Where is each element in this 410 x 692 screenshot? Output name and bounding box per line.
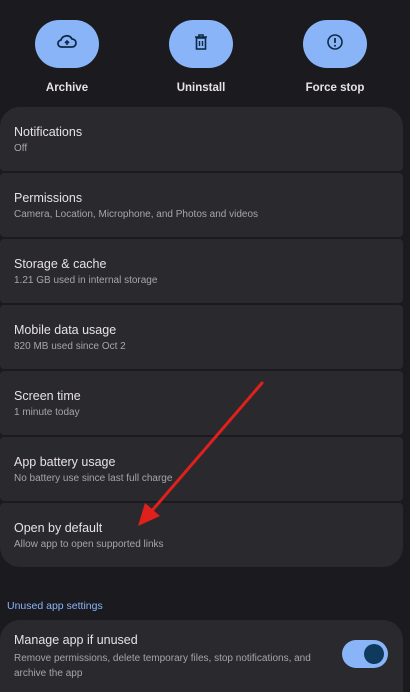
setting-subtitle: 1 minute today [14,407,80,418]
manage-app-subtitle: Remove permissions, delete temporary fil… [14,653,311,679]
manage-app-if-unused-item[interactable]: Manage app if unused Remove permissions,… [0,620,403,692]
setting-app-battery-usage[interactable]: App battery usage No battery use since l… [0,437,403,501]
setting-subtitle: Off [14,143,28,154]
alert-circle-icon [326,33,344,56]
toggle-knob [364,644,384,664]
force-stop-pill[interactable] [303,20,367,68]
setting-storage-cache[interactable]: Storage & cache 1.21 GB used in internal… [0,239,403,303]
setting-open-by-default[interactable]: Open by default Allow app to open suppor… [0,503,403,567]
uninstall-label: Uninstall [176,82,226,94]
app-actions-row: Archive Uninstall Force stop [0,20,410,100]
setting-permissions[interactable]: Permissions Camera, Location, Microphone… [0,173,403,237]
setting-subtitle: Allow app to open supported links [14,539,164,550]
uninstall-pill[interactable] [169,20,233,68]
setting-title: Permissions [14,191,83,205]
force-stop-button[interactable]: Force stop [285,20,385,94]
setting-mobile-data-usage[interactable]: Mobile data usage 820 MB used since Oct … [0,305,403,369]
unused-app-settings-header: Unused app settings [7,600,103,612]
app-info-screen: Archive Uninstall Force stop Notificatio… [0,0,410,692]
setting-title: Mobile data usage [14,323,117,337]
setting-notifications[interactable]: Notifications Off [0,107,403,171]
uninstall-button[interactable]: Uninstall [151,20,251,94]
setting-subtitle: 1.21 GB used in internal storage [14,275,158,286]
archive-label: Archive [45,82,89,94]
archive-pill[interactable] [35,20,99,68]
setting-screen-time[interactable]: Screen time 1 minute today [0,371,403,435]
archive-button[interactable]: Archive [17,20,117,94]
manage-app-title: Manage app if unused [14,633,138,647]
trash-icon [193,33,209,56]
setting-title: Notifications [14,125,83,139]
setting-title: App battery usage [14,455,116,469]
setting-subtitle: No battery use since last full charge [14,473,173,484]
setting-title: Screen time [14,389,81,403]
setting-subtitle: 820 MB used since Oct 2 [14,341,126,352]
setting-title: Open by default [14,521,103,535]
manage-app-toggle[interactable] [342,640,388,668]
setting-subtitle: Camera, Location, Microphone, and Photos… [14,209,259,220]
setting-title: Storage & cache [14,257,107,271]
force-stop-label: Force stop [305,82,365,94]
cloud-upload-icon [57,34,77,55]
